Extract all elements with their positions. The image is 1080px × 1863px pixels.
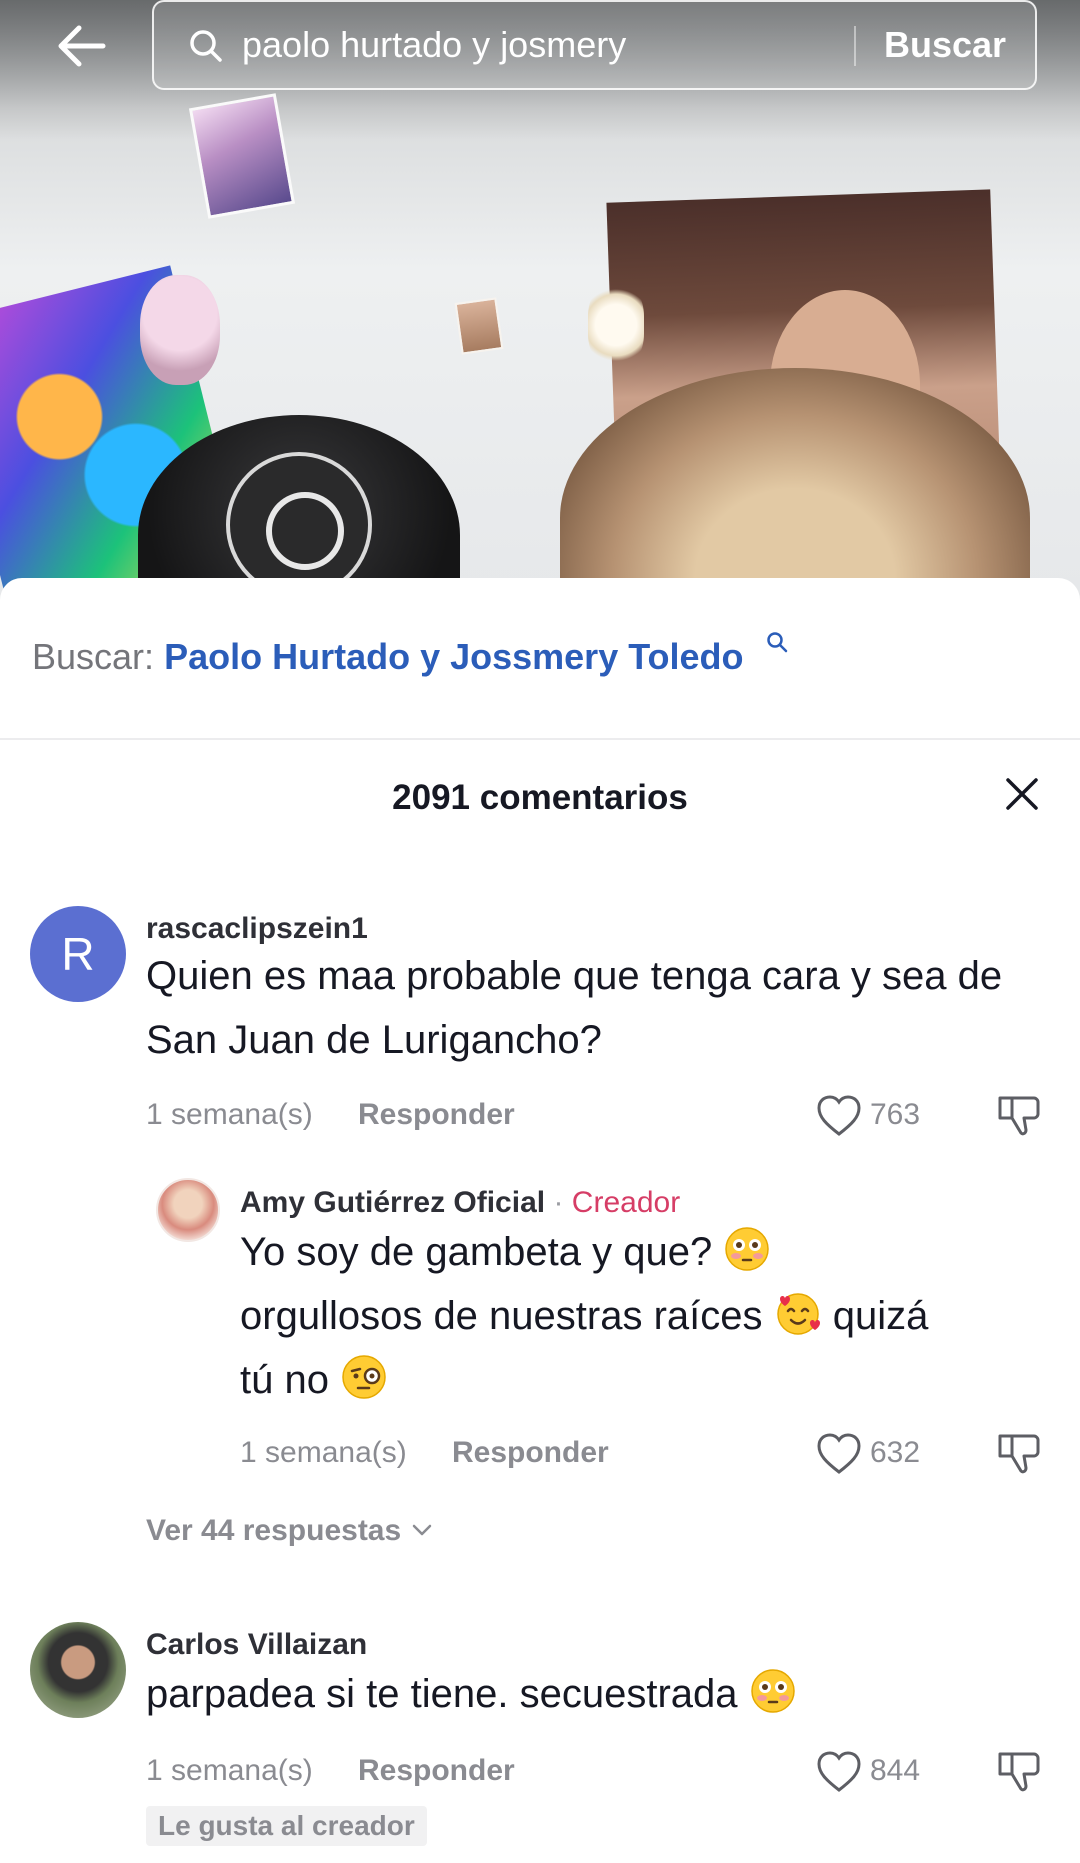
like-button[interactable]: 844 bbox=[816, 1748, 936, 1798]
reply-text-part3: quizá bbox=[832, 1294, 929, 1338]
like-count: 763 bbox=[870, 1098, 921, 1131]
avatar[interactable]: R bbox=[30, 906, 126, 1002]
comment-time: 1 semana(s) bbox=[146, 1098, 313, 1131]
reply-text: Yo soy de gambeta y que? orgullosos de n… bbox=[240, 1220, 1060, 1412]
related-search-term[interactable]: Paolo Hurtado y Jossmery Toledo bbox=[164, 636, 743, 677]
comments-count-title: 2091 comentarios bbox=[392, 778, 688, 817]
chevron-down-icon bbox=[412, 1524, 431, 1536]
avatar-letter: R bbox=[61, 928, 95, 980]
reply-username[interactable]: Amy Gutiérrez Oficial · Creador bbox=[240, 1186, 680, 1220]
heart-icon bbox=[817, 1095, 861, 1136]
flowers-decoration bbox=[588, 282, 644, 368]
heart-icon bbox=[817, 1751, 861, 1792]
avatar[interactable] bbox=[30, 1622, 126, 1718]
reply-button[interactable]: Responder bbox=[358, 1754, 515, 1788]
reply-text-part4: tú no bbox=[240, 1358, 329, 1402]
dislike-button[interactable] bbox=[996, 1748, 1046, 1798]
comment-time: 1 semana(s) bbox=[146, 1754, 313, 1787]
comment-text: Quien es maa probable que tenga cara y s… bbox=[146, 954, 1003, 1062]
comment-username[interactable]: rascaclipszein1 bbox=[146, 912, 368, 946]
dislike-button[interactable] bbox=[996, 1430, 1046, 1480]
back-arrow-icon bbox=[58, 25, 106, 67]
plush-toy bbox=[140, 275, 220, 385]
close-icon[interactable] bbox=[998, 770, 1046, 818]
separator-dot: · bbox=[553, 1186, 564, 1219]
flushed-emoji-icon bbox=[750, 1669, 795, 1713]
reply-item: Amy Gutiérrez Oficial · Creador Yo soy d… bbox=[0, 1178, 1080, 1488]
view-replies-button[interactable]: Ver 44 respuestas bbox=[146, 1514, 434, 1548]
cap-logo bbox=[226, 452, 372, 598]
like-button[interactable]: 763 bbox=[816, 1092, 936, 1142]
tiny-photo-image bbox=[454, 297, 504, 355]
smiling-hearts-emoji-icon bbox=[776, 1293, 820, 1335]
avatar[interactable] bbox=[156, 1178, 220, 1242]
heart-icon bbox=[817, 1433, 861, 1474]
dislike-icon bbox=[998, 1752, 1040, 1792]
dislike-icon bbox=[998, 1434, 1040, 1474]
search-query-text[interactable]: paolo hurtado y josmery bbox=[242, 24, 626, 66]
monocle-emoji-icon bbox=[342, 1355, 386, 1399]
search-button[interactable]: Buscar bbox=[884, 24, 1006, 66]
related-search-prefix: Buscar: bbox=[32, 636, 155, 677]
top-search-bar: paolo hurtado y josmery Buscar bbox=[0, 0, 1080, 100]
search-input[interactable]: paolo hurtado y josmery Buscar bbox=[152, 0, 1037, 90]
reply-username-text[interactable]: Amy Gutiérrez Oficial bbox=[240, 1186, 545, 1219]
like-count: 632 bbox=[870, 1436, 921, 1469]
panel-divider bbox=[0, 738, 1080, 740]
like-button[interactable]: 632 bbox=[816, 1430, 936, 1480]
comment-item: Carlos Villaizan parpadea si te tiene. s… bbox=[0, 1622, 1080, 1862]
flushed-emoji-icon bbox=[725, 1227, 770, 1271]
search-icon bbox=[190, 30, 222, 62]
dislike-icon bbox=[998, 1096, 1040, 1136]
comments-panel: Buscar: Paolo Hurtado y Jossmery Toledo … bbox=[0, 578, 1080, 1863]
search-divider bbox=[854, 26, 856, 66]
comment-username[interactable]: Carlos Villaizan bbox=[146, 1628, 367, 1662]
reply-button[interactable]: Responder bbox=[452, 1436, 609, 1470]
view-replies-label: Ver 44 respuestas bbox=[146, 1514, 402, 1547]
comment-text-content: parpadea si te tiene. secuestrada bbox=[146, 1672, 738, 1716]
comment-item: R rascaclipszein1 Quien es maa probable … bbox=[0, 906, 1080, 1156]
like-count: 844 bbox=[870, 1754, 921, 1787]
creator-tag: Creador bbox=[571, 1186, 681, 1219]
related-search-link[interactable]: Buscar: Paolo Hurtado y Jossmery Toledo bbox=[32, 636, 744, 678]
reply-button[interactable]: Responder bbox=[358, 1098, 515, 1132]
reply-text-part1: Yo soy de gambeta y que? bbox=[240, 1230, 713, 1274]
search-icon bbox=[767, 632, 788, 653]
back-button[interactable] bbox=[46, 16, 116, 76]
reply-text-part2: orgullosos de nuestras raíces bbox=[240, 1294, 763, 1338]
comment-text: parpadea si te tiene. secuestrada bbox=[146, 1662, 1056, 1726]
dislike-button[interactable] bbox=[996, 1092, 1046, 1142]
reply-time: 1 semana(s) bbox=[240, 1436, 407, 1469]
liked-by-creator-badge: Le gusta al creador bbox=[146, 1806, 427, 1846]
